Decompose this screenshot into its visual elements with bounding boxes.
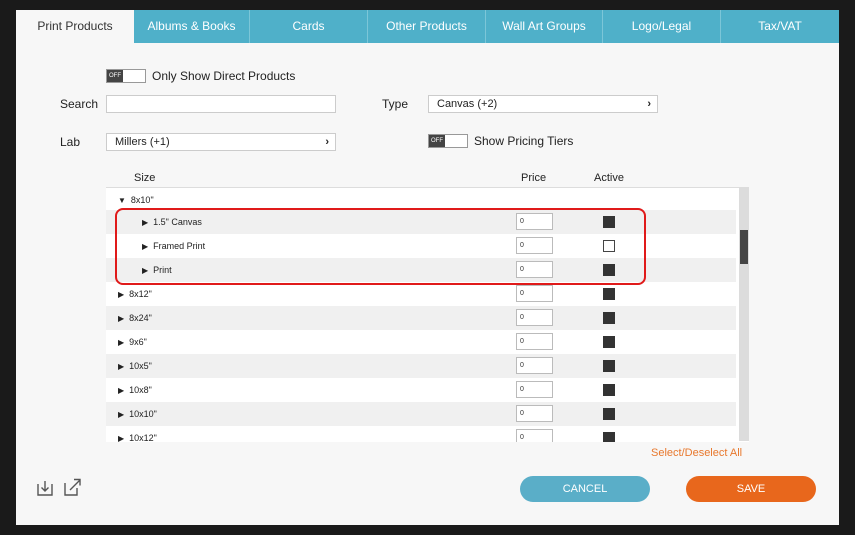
active-checkbox[interactable] [603,312,615,324]
table-row[interactable]: ▶ 10x10" 0 [106,402,736,426]
pricing-tiers-label: Show Pricing Tiers [474,134,574,148]
tab-tax-vat[interactable]: Tax/VAT [721,10,839,43]
type-label: Type [382,97,409,111]
tab-print-products[interactable]: Print Products [16,10,134,43]
table-row[interactable]: ▶ 10x5" 0 [106,354,736,378]
triangle-right-icon: ▶ [118,338,125,347]
pricing-dialog: Print Products Albums & Books Cards Othe… [16,10,839,525]
row-label: 10x10" [129,409,157,419]
triangle-right-icon: ▶ [118,434,125,442]
search-input[interactable] [106,95,336,113]
row-label: 9x6" [129,337,147,347]
row-label: 10x8" [129,385,152,395]
triangle-right-icon: ▶ [118,362,125,371]
price-input[interactable]: 0 [516,333,553,350]
import-icon[interactable] [36,480,54,497]
price-input[interactable]: 0 [516,429,553,442]
lab-label: Lab [60,135,81,149]
tab-logo-legal[interactable]: Logo/Legal [603,10,721,43]
size-header: Size [134,172,156,184]
product-tabs: Print Products Albums & Books Cards Othe… [16,10,839,43]
row-label: 8x12" [129,289,152,299]
lab-value: Millers (+1) [115,136,170,148]
search-label: Search [60,97,99,111]
toggle-state: OFF [429,135,445,147]
select-deselect-all-link[interactable]: Select/Deselect All [651,447,742,459]
active-checkbox[interactable] [603,432,615,442]
price-input[interactable]: 0 [516,285,553,302]
table-row[interactable]: ▶ 9x6" 0 [106,330,736,354]
active-checkbox[interactable] [603,408,615,420]
table-row[interactable]: ▶ 10x8" 0 [106,378,736,402]
row-label: 10x12" [129,433,157,442]
triangle-right-icon: ▶ [118,386,125,395]
toggle-state: OFF [107,70,123,82]
active-header: Active [594,172,624,184]
row-label: 10x5" [129,361,152,371]
scrollbar-thumb[interactable] [740,230,748,264]
tab-other-products[interactable]: Other Products [368,10,486,43]
direct-products-label: Only Show Direct Products [152,69,296,83]
pricing-tiers-toggle[interactable]: OFF [428,134,468,148]
tab-wall-art-groups[interactable]: Wall Art Groups [486,10,603,43]
price-header: Price [521,172,547,184]
type-select[interactable]: Canvas (+2) › [428,95,658,113]
triangle-right-icon: ▶ [118,410,125,419]
external-link-icon[interactable] [62,477,82,497]
lab-select[interactable]: Millers (+1) › [106,133,336,151]
price-input[interactable]: 0 [516,357,553,374]
highlight-annotation [115,208,646,285]
row-label: 8x24" [129,313,152,323]
tab-cards[interactable]: Cards [250,10,368,43]
type-value: Canvas (+2) [437,98,498,110]
table-scrollbar[interactable] [739,187,749,441]
price-input[interactable]: 0 [516,381,553,398]
active-checkbox[interactable] [603,360,615,372]
triangle-right-icon: ▶ [118,290,125,299]
chevron-right-icon: › [325,136,329,148]
row-label: 8x10" [130,195,154,205]
cancel-button[interactable]: CANCEL [520,476,650,502]
direct-products-toggle[interactable]: OFF [106,69,146,83]
price-input[interactable]: 0 [516,309,553,326]
table-row[interactable]: ▶ 8x12" 0 [106,282,736,306]
triangle-right-icon: ▶ [118,314,125,323]
tab-albums-books[interactable]: Albums & Books [134,10,250,43]
active-checkbox[interactable] [603,384,615,396]
table-row[interactable]: ▶ 10x12" 0 [106,426,736,442]
active-checkbox[interactable] [603,288,615,300]
save-button[interactable]: SAVE [686,476,816,502]
table-row[interactable]: ▶ 8x24" 0 [106,306,736,330]
chevron-right-icon: › [647,98,651,110]
price-input[interactable]: 0 [516,405,553,422]
active-checkbox[interactable] [603,336,615,348]
